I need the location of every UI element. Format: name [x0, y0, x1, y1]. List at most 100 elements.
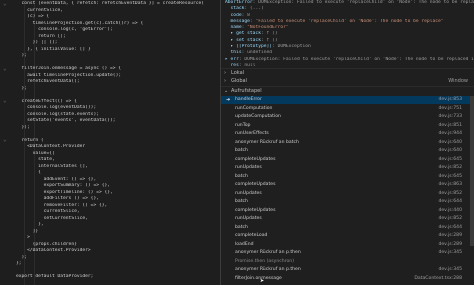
section-global-label: Global — [231, 78, 247, 84]
frame-function-name: completeUpdates — [235, 207, 276, 213]
frame-location: dev.js:853 — [438, 97, 462, 102]
variable-name: ▸ set stack — [225, 37, 261, 43]
call-stack-frame[interactable]: Promise.then (asynchron) — [221, 258, 470, 266]
frame-function-name: batch — [235, 148, 248, 153]
editor-gutter: ⌄ ⌄ ⌄ ⌄ — [3, 0, 13, 285]
variable-value: "NotFoundError" — [247, 25, 289, 31]
frame-location: dev.js:440 — [438, 207, 462, 213]
variable-name: stack — [225, 6, 245, 12]
variable-value: f () — [266, 31, 278, 37]
call-stack-frame[interactable]: runUpdates dev.js:852 — [221, 190, 470, 198]
code-text[interactable]: const [eventData, { refetch: refetchEven… — [16, 1, 220, 281]
frame-location: dev.js:852 — [438, 190, 462, 196]
variable-name: ▸ get stack — [225, 31, 261, 37]
frame-location: dev.js:345 — [438, 267, 462, 272]
frame-location: dev.js:644 — [438, 199, 462, 204]
frame-function-name: loadEnd — [235, 241, 254, 247]
frame-location: dev.js:944 — [438, 131, 462, 136]
call-stack-frame[interactable]: runTop dev.js:851 — [221, 122, 470, 130]
code-line[interactable]: const [eventData, { refetch: refetchEven… — [16, 1, 220, 8]
fold-chevron-icon[interactable]: ⌄ — [3, 1, 9, 7]
code-editor[interactable]: ⌄ ⌄ ⌄ ⌄ const [eventData, { refetch: ref… — [0, 0, 220, 285]
mouse-cursor-icon: ➤ — [260, 277, 265, 285]
frame-function-name: runUpdates — [235, 165, 262, 170]
frame-function-name: runUserEffects — [235, 131, 269, 136]
call-stack-frame[interactable]: batch dev.js:640 — [221, 147, 470, 155]
fold-chevron-icon[interactable]: ⌄ — [3, 137, 9, 143]
chevron-right-icon: › — [224, 78, 226, 84]
call-stack-frame[interactable]: completeLoad dev.js:289 — [221, 232, 470, 240]
variable-value: DOMException: Failed to execute 'replace… — [244, 56, 474, 62]
call-stack-scrollbar[interactable] — [470, 96, 474, 246]
frame-function-name: anonymer Rückruf an p.then — [235, 267, 301, 272]
frame-location: dev.js:852 — [438, 216, 462, 221]
call-stack-frame[interactable]: anonymer Rückruf an p.then dev.js:345 — [221, 266, 470, 274]
call-stack-frame[interactable]: batch dev.js:644 — [221, 198, 470, 206]
call-stack-frame[interactable]: loadEnd dev.js:289 — [221, 241, 470, 249]
section-callstack-header[interactable]: ⌄ Aufrufstapel — [221, 87, 474, 96]
call-stack-frame[interactable]: runUpdates dev.js:852 — [221, 164, 470, 172]
frame-location: dev.js:863 — [438, 182, 462, 187]
call-stack-frame[interactable]: batch dev.js:645 — [221, 173, 470, 181]
variable-value: "Failed to execute 'replaceChild' on 'No… — [255, 18, 444, 24]
frame-location: dev.js:851 — [438, 122, 462, 128]
fold-chevron-icon[interactable]: ⌄ — [3, 66, 9, 72]
call-stack-frame[interactable]: anonymer Rückruf an batch dev.js:640 — [221, 139, 470, 147]
call-stack-frame[interactable]: completeUpdates dev.js:645 — [221, 156, 470, 164]
variable-value: undefined — [247, 50, 273, 56]
frame-function-name: anonymer Rückruf an batch — [235, 139, 299, 145]
frame-function-name: updateComputation — [235, 114, 281, 119]
call-stack-frame[interactable]: runComputation dev.js:751 — [221, 105, 470, 113]
variable-name: AbortError — [225, 0, 253, 5]
frame-location: dev.js:289 — [438, 241, 462, 247]
frame-function-name: runComputation — [235, 105, 273, 111]
variable-value: f () — [266, 37, 278, 43]
frame-function-name: completeUpdates — [235, 182, 276, 187]
call-stack-list[interactable]: ➜ handleError dev.js:853 runComputation dev.… — [221, 96, 474, 285]
frame-function-name: Promise.then (asynchron) — [235, 258, 294, 264]
code-line[interactable]: export default DataProvider; — [16, 274, 220, 281]
variable-value: (...) — [249, 6, 264, 12]
call-stack-frame[interactable]: filterJoin.onmessage DataContext.tsx:288 — [221, 275, 470, 283]
call-stack-frame[interactable]: updateComputation dev.js:733 — [221, 113, 470, 121]
frame-function-name: runTop — [235, 122, 251, 128]
call-stack-frame[interactable]: completeUpdates dev.js:863 — [221, 181, 470, 189]
variable-name: code — [225, 12, 242, 18]
frame-function-name: anonymer Rückruf an p.then — [235, 250, 301, 255]
variable-name: message — [225, 18, 250, 24]
call-stack-frame[interactable]: anonymer Rückruf an p.then dev.js:345 — [221, 249, 470, 257]
section-global[interactable]: › Global Window — [221, 77, 474, 86]
call-stack-frame[interactable]: runUpdates dev.js:852 — [221, 215, 470, 223]
debug-panel: AbortError: DOMException: Failed to exec… — [221, 0, 474, 285]
scope-variable-row[interactable]: ▸ err: DOMException: Failed to execute '… — [225, 57, 474, 63]
frame-location: DataContext.tsx:288 — [414, 275, 462, 281]
frame-location: dev.js:289 — [438, 233, 462, 238]
frame-location: dev.js:645 — [438, 156, 462, 162]
frame-function-name: runUpdates — [235, 190, 262, 196]
call-stack-frame[interactable]: runUserEffects dev.js:944 — [221, 130, 470, 138]
call-stack-frame[interactable]: ➜ handleError dev.js:853 — [221, 96, 470, 105]
fold-chevron-icon[interactable]: ⌄ — [3, 98, 9, 104]
frame-location: dev.js:644 — [438, 224, 462, 230]
frame-location: dev.js:645 — [438, 173, 462, 179]
section-lokal-label: Lokal — [231, 70, 245, 76]
call-stack-frame[interactable]: completeUpdates dev.js:440 — [221, 207, 470, 215]
frame-function-name: completeLoad — [235, 233, 268, 238]
frame-location: dev.js:751 — [438, 105, 462, 111]
call-stack-frame[interactable]: batch dev.js:644 — [221, 224, 470, 232]
frame-location: dev.js:852 — [438, 165, 462, 170]
frame-location: dev.js:733 — [438, 114, 462, 119]
frame-function-name: runUpdates — [235, 216, 262, 221]
frame-function-name: filterJoin.onmessage — [235, 275, 282, 281]
frame-location: dev.js:640 — [438, 139, 462, 145]
current-frame-arrow-icon: ➜ — [226, 97, 231, 103]
section-callstack-label: Aufrufstapel — [231, 88, 262, 94]
frame-function-name: batch — [235, 224, 248, 230]
variable-name: this — [225, 50, 242, 56]
variable-name: name — [225, 25, 242, 31]
variables-scope[interactable]: AbortError: DOMException: Failed to exec… — [221, 0, 474, 68]
variable-value: DOMException — [277, 44, 311, 50]
frame-location: dev.js:345 — [438, 250, 462, 255]
variable-value: DOMException: Failed to execute 'replace… — [258, 0, 474, 5]
variable-name: ▸ err — [225, 56, 239, 62]
